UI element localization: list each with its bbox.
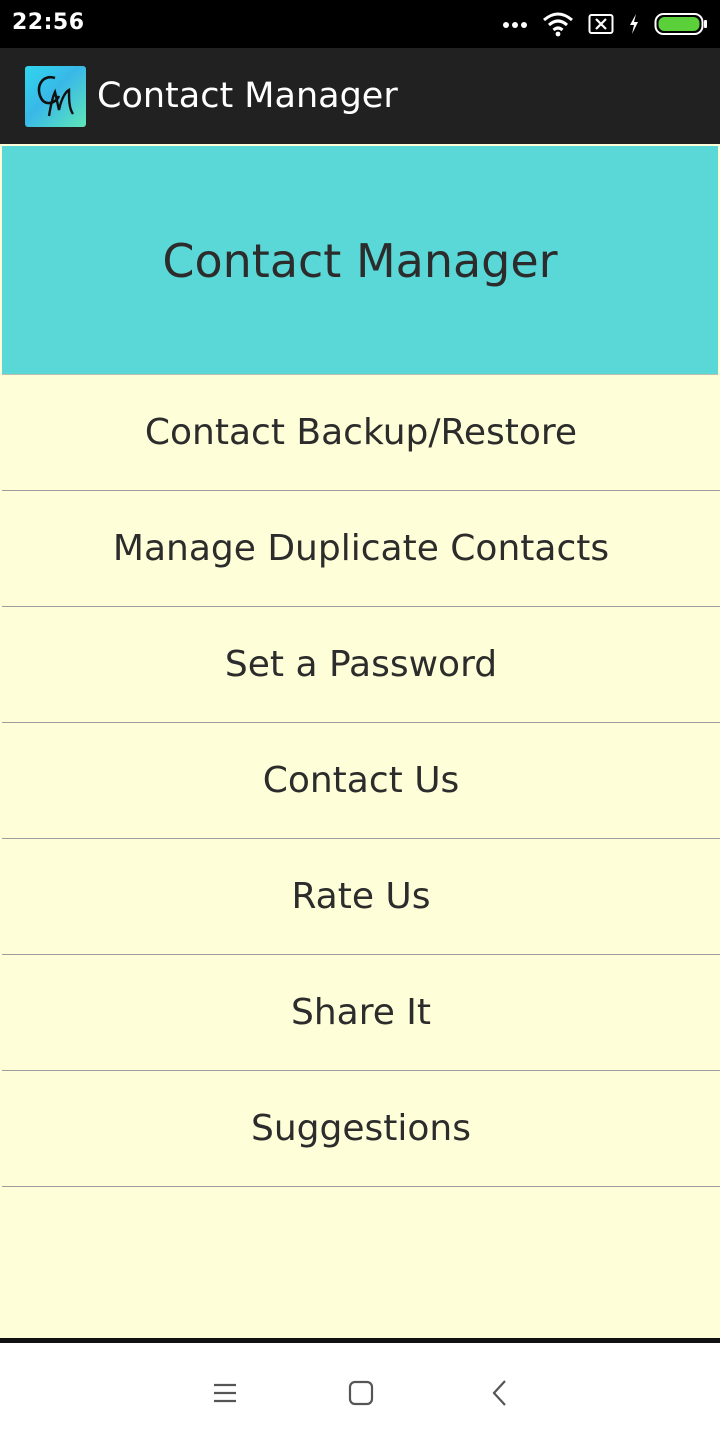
battery-icon [654, 12, 708, 36]
status-bar: 22:56 [0, 0, 720, 48]
main-content: Contact Manager Contact Backup/Restore M… [0, 144, 720, 1340]
charging-bolt-icon [628, 13, 640, 35]
system-nav-bar [0, 1343, 720, 1440]
menu-item-suggestions[interactable]: Suggestions [2, 1071, 720, 1187]
screen: 22:56 Contact Manager Contact Manager Co… [0, 0, 720, 1440]
back-icon[interactable] [480, 1373, 520, 1413]
status-icons [502, 10, 708, 38]
app-bar: Contact Manager [0, 48, 720, 144]
menu-item-set-a-password[interactable]: Set a Password [2, 607, 720, 723]
header-banner: Contact Manager [2, 146, 718, 375]
menu-item-manage-duplicate-contacts[interactable]: Manage Duplicate Contacts [2, 491, 720, 607]
banner-title: Contact Manager [162, 234, 558, 288]
menu-icon[interactable] [205, 1373, 245, 1413]
home-icon[interactable] [341, 1373, 381, 1413]
menu-list: Contact Backup/Restore Manage Duplicate … [2, 375, 720, 1187]
app-logo-icon [25, 66, 86, 127]
wifi-icon [542, 11, 574, 37]
status-time: 22:56 [12, 10, 85, 35]
menu-item-contact-backup-restore[interactable]: Contact Backup/Restore [2, 375, 720, 491]
more-dots-icon [502, 19, 528, 29]
menu-item-contact-us[interactable]: Contact Us [2, 723, 720, 839]
menu-item-share-it[interactable]: Share It [2, 955, 720, 1071]
sim-no-signal-icon [588, 13, 614, 35]
app-title: Contact Manager [97, 76, 398, 116]
menu-item-rate-us[interactable]: Rate Us [2, 839, 720, 955]
